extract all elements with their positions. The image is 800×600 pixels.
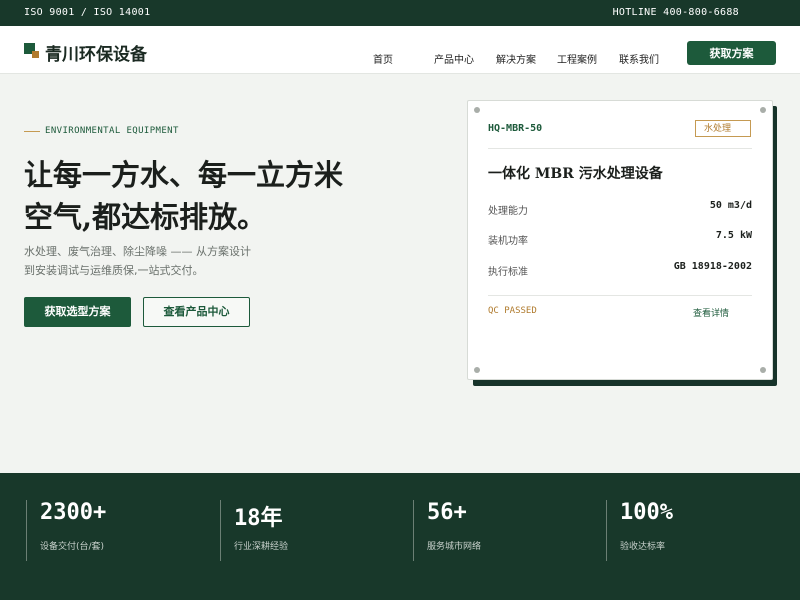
hero-description: 水处理、废气治理、除尘降噪 —— 从方案设计 到安装调试与运维质保,一站式交付。 [24,242,274,280]
hero-headline-line1: 让每一方水、每一立方米 [24,158,344,192]
product-model: HQ-MBR-50 [488,123,543,134]
logo-icon[interactable] [24,43,39,58]
view-products-button[interactable]: 查看产品中心 [143,297,250,327]
certifications-text: ISO 9001 / ISO 14001 [24,7,151,18]
hero-eyebrow: ENVIRONMENTAL EQUIPMENT [45,126,179,136]
screw-icon [760,367,766,373]
category-tag: 水处理 [695,120,751,137]
stat-value: 56+ [427,500,467,525]
stats-band: 2300+ 设备交付(台/套) 18年 行业深耕经验 56+ 服务城市网络 10… [0,473,800,600]
divider [488,148,752,149]
screw-icon [474,367,480,373]
nav-item-cases[interactable]: 工程案例 [557,51,597,66]
spec-value-capacity: 50 m3/d [709,200,752,211]
hero-headline: 让每一方水、每一立方米 空气,都达标排放。 [24,154,424,238]
stat-label: 服务城市网络 [427,542,482,552]
product-card[interactable]: HQ-MBR-50 水处理 一体化 MBR 污水处理设备 处理能力 50 m3/… [467,100,773,380]
spec-label-standard: 执行标准 [488,267,528,278]
stat-item: 2300+ 设备交付(台/套) [26,500,197,561]
eyebrow-line [24,131,40,132]
nav-item-products[interactable]: 产品中心 [434,51,474,66]
nav-item-contact[interactable]: 联系我们 [619,51,659,66]
stat-value: 2300+ [40,500,107,525]
divider [488,295,752,296]
spec-label-capacity: 处理能力 [488,206,528,217]
stat-value: 18年 [234,506,283,531]
spec-label-power: 装机功率 [488,236,528,247]
nav-item-home[interactable]: 首页 [373,51,393,66]
view-details-link[interactable]: 查看详情 [693,306,729,319]
screw-icon [760,107,766,113]
brand-name[interactable]: 青川环保设备 [45,40,147,65]
stat-label: 设备交付(台/套) [40,542,105,552]
hero-description-line1: 水处理、废气治理、除尘降噪 —— 从方案设计 [24,245,251,258]
get-selection-plan-button[interactable]: 获取选型方案 [24,297,131,327]
get-quote-button[interactable]: 获取方案 [687,41,776,65]
nav-item-solutions[interactable]: 解决方案 [496,51,536,66]
product-title: 一体化 MBR 污水处理设备 [488,166,663,182]
stat-item: 18年 行业深耕经验 [220,500,391,561]
stat-label: 行业深耕经验 [234,542,289,552]
stat-label: 验收达标率 [620,542,666,552]
hotline-text: HOTLINE 400-800-6688 [612,7,739,18]
stat-value: 100% [620,500,673,525]
hero-description-line2: 到安装调试与运维质保,一站式交付。 [24,264,204,277]
stat-item: 56+ 服务城市网络 [413,500,584,561]
spec-value-standard: GB 18918-2002 [673,261,752,272]
site-header: 青川环保设备 首页 产品中心 解决方案 工程案例 联系我们 获取方案 [0,26,800,74]
top-bar: ISO 9001 / ISO 14001 HOTLINE 400-800-668… [0,0,800,26]
qc-status: QC PASSED [488,306,537,316]
spec-value-power: 7.5 kW [715,230,752,241]
stat-item: 100% 验收达标率 [606,500,777,561]
screw-icon [474,107,480,113]
hero-headline-line2: 空气,都达标排放。 [24,200,267,234]
